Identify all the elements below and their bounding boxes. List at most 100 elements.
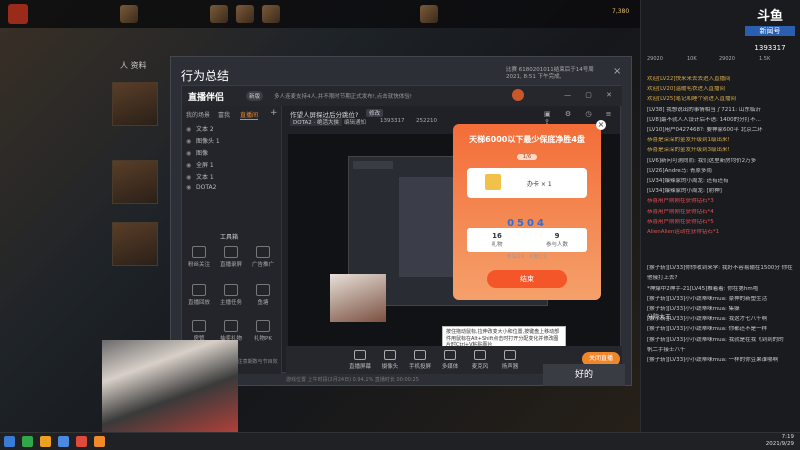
friend-avatar[interactable] xyxy=(236,5,254,23)
chat-message[interactable]: 欢迎[LV25]笔记和睡个别进入直播间 xyxy=(647,96,797,103)
button-label: 手机投屏 xyxy=(408,364,431,370)
screen-capture-button[interactable]: 直播屏幕 xyxy=(346,350,374,370)
hero-portrait[interactable] xyxy=(112,160,158,204)
chat-message[interactable]: 欢迎[LV20]温暖毛衣进入直播间 xyxy=(647,86,797,93)
brand-subtitle: 新闻号 xyxy=(745,26,795,36)
explorer-icon[interactable] xyxy=(40,436,51,447)
tool-record[interactable]: 直播录屏 xyxy=(218,246,244,272)
chat-message[interactable]: [LV34]爆辣家的小周龙: [射神] xyxy=(647,188,797,195)
tab-rich[interactable]: 富我 xyxy=(218,110,230,119)
chat-message[interactable]: [猴子斩][LV33]小小蔬蒂咪mua: 一样的你豆果谁哪啊 xyxy=(647,357,797,364)
chat-message[interactable]: 他俄打上去? xyxy=(647,275,797,282)
wechat-icon[interactable] xyxy=(22,436,33,447)
windows-start-icon[interactable] xyxy=(4,436,15,447)
chat-message[interactable]: 帆二手接士八千 xyxy=(647,347,797,354)
friend-avatar[interactable] xyxy=(420,5,438,23)
scene-item[interactable]: ◉ 图像头 1 xyxy=(186,136,278,147)
chat-message[interactable]: 欢迎[LV22]快来来去去进入直播间 xyxy=(647,76,797,83)
stat-label: 礼物 xyxy=(491,242,503,248)
tool-fishpond[interactable]: 鱼塘 xyxy=(250,284,276,310)
media-icon xyxy=(444,350,456,360)
button-label: 摄像头 xyxy=(381,364,399,370)
window-controls-icon[interactable]: — ▢ ✕ xyxy=(564,91,618,99)
eye-icon[interactable]: ◉ xyxy=(186,138,196,145)
avatar[interactable] xyxy=(512,89,524,101)
tool-replay[interactable]: 直播回放 xyxy=(186,284,212,310)
close-icon[interactable]: × xyxy=(596,120,606,130)
microphone-icon xyxy=(474,350,486,360)
chat-message[interactable]: [猴子斩][LV33]你你收到来学: 我好不容易输在1500分 你在 xyxy=(647,265,797,272)
browser-icon[interactable] xyxy=(58,436,69,447)
chat-message[interactable]: [LV26]Andre马: 青原多雨 xyxy=(647,168,797,175)
eye-icon[interactable]: ◉ xyxy=(186,126,196,133)
team-label: 分院大王 xyxy=(647,314,672,321)
taskbar: 7:19 2021/9/29 xyxy=(0,432,800,450)
chat-message[interactable]: [猴子斩][LV33]小小蔬蒂咪mua: 豪神的新塑生活 xyxy=(647,296,797,303)
chat-message[interactable]: [猴子斩][LV33]小小蔬蒂咪mua: 我就是在我飞到到的的 xyxy=(647,337,797,344)
chat-message[interactable]: 恭喜用户刚刚在获得钻石*3 xyxy=(647,198,797,205)
media-button[interactable]: 多媒体 xyxy=(436,350,464,370)
live-app-icon[interactable] xyxy=(94,436,105,447)
record-icon xyxy=(224,246,238,258)
close-icon[interactable]: × xyxy=(613,67,623,77)
end-lottery-button[interactable]: 结束 xyxy=(487,270,567,288)
chat-message[interactable]: AlienAlien运动在获得钻石*1 xyxy=(647,229,797,236)
microphone-button[interactable]: 麦克风 xyxy=(466,350,494,370)
chat-message[interactable]: [LV8]最不就人人设计后不语: 1400的分打不... xyxy=(647,117,797,124)
tool-label: 广告推广 xyxy=(251,262,274,268)
eye-icon[interactable]: ◉ xyxy=(186,174,196,181)
button-label: 麦克风 xyxy=(471,364,489,370)
notice-edit[interactable]: 编辑通知 xyxy=(344,118,366,126)
tab-live-room[interactable]: 直播间 xyxy=(240,110,259,120)
add-scene-icon[interactable]: + xyxy=(270,108,278,118)
room-number: 1393317 xyxy=(380,118,405,124)
room-category[interactable]: DOTA2 · 绝活大侠 xyxy=(290,118,343,126)
chat-message[interactable]: *神爆中2神手-21[LV45]推着着: 你在第hm啦 xyxy=(647,286,797,293)
camera-source[interactable] xyxy=(330,274,386,322)
gold-count: 7,380 xyxy=(612,8,630,15)
chat-message[interactable]: [LV34]爆辣家的小周龙: 还有还有 xyxy=(647,178,797,185)
profile-label[interactable]: 人 资料 xyxy=(120,60,147,71)
game-icon[interactable] xyxy=(76,436,87,447)
tab-my-scenes[interactable]: 我的场景 xyxy=(186,110,210,119)
friend-avatar[interactable] xyxy=(210,5,228,23)
hero-portrait[interactable] xyxy=(112,222,158,266)
room-id: 1393317 xyxy=(754,44,786,52)
chat-message[interactable]: [猴子斩][LV33]小小蔬蒂咪mua: 你都还不是一样 xyxy=(647,326,797,333)
friend-avatar[interactable] xyxy=(120,5,138,23)
eye-icon[interactable]: ◉ xyxy=(186,150,196,157)
tool-fans[interactable]: 粉丝关注 xyxy=(186,246,212,272)
chat-message[interactable]: [LV10]用户0427468?: 要神家600平 北京二环 xyxy=(647,127,797,134)
prize-card: 办卡 × 1 xyxy=(467,168,587,198)
chat-message[interactable]: 恭喜是深深的金发升级到3级出来! xyxy=(647,147,797,154)
speaker-button[interactable]: 扬声器 xyxy=(496,350,524,370)
task-icon xyxy=(224,284,238,296)
monitor-icon xyxy=(354,350,366,360)
chat-message[interactable]: [LV38] 我想说出的事情相当了7211: 山东临沂 xyxy=(647,107,797,114)
tool-ads[interactable]: 广告推广 xyxy=(250,246,276,272)
scene-item[interactable]: ◉ 文本 2 xyxy=(186,124,278,135)
eye-icon[interactable]: ◉ xyxy=(186,162,196,169)
camera-button[interactable]: 摄像头 xyxy=(376,350,404,370)
phone-cast-button[interactable]: 手机投屏 xyxy=(406,350,434,370)
scene-item[interactable]: ◉ 全屏 1 xyxy=(186,160,278,171)
stat-label: 参与人数 xyxy=(545,242,568,248)
scene-item[interactable]: ◉ 文本 1 xyxy=(186,172,278,183)
dota-logo-icon[interactable] xyxy=(8,4,28,24)
scene-item[interactable]: ◉ 图像 xyxy=(186,148,278,159)
friend-avatar[interactable] xyxy=(262,5,280,23)
eye-icon[interactable]: ◉ xyxy=(186,184,196,191)
ok-button[interactable]: 好的 xyxy=(543,364,625,386)
tool-tasks[interactable]: 主播任务 xyxy=(218,284,244,310)
tool-gift-pk[interactable]: 礼物PK xyxy=(250,320,276,346)
chat-message[interactable]: 恭喜用户刚刚在获得钻石*4 xyxy=(647,209,797,216)
tray-clock[interactable]: 7:19 2021/9/29 xyxy=(766,434,794,448)
version-badge[interactable]: 新版 xyxy=(246,91,264,101)
chat-message[interactable]: 恭喜用户刚刚在获得钻石*5 xyxy=(647,219,797,226)
chat-message[interactable]: 恭喜是深深的金发升级到1级出来! xyxy=(647,137,797,144)
hero-portrait[interactable] xyxy=(112,82,158,126)
scene-item[interactable]: ◉ DOTA2 xyxy=(186,184,278,195)
app-tip[interactable]: 多人连麦支持4人,并不限时节期正式发布!,点击就快体验! xyxy=(274,92,412,100)
chat-message[interactable]: [LV6]新问可测向而: 我们这里新房均价2万多 xyxy=(647,158,797,165)
edit-title-button[interactable]: 修改 xyxy=(366,109,384,117)
